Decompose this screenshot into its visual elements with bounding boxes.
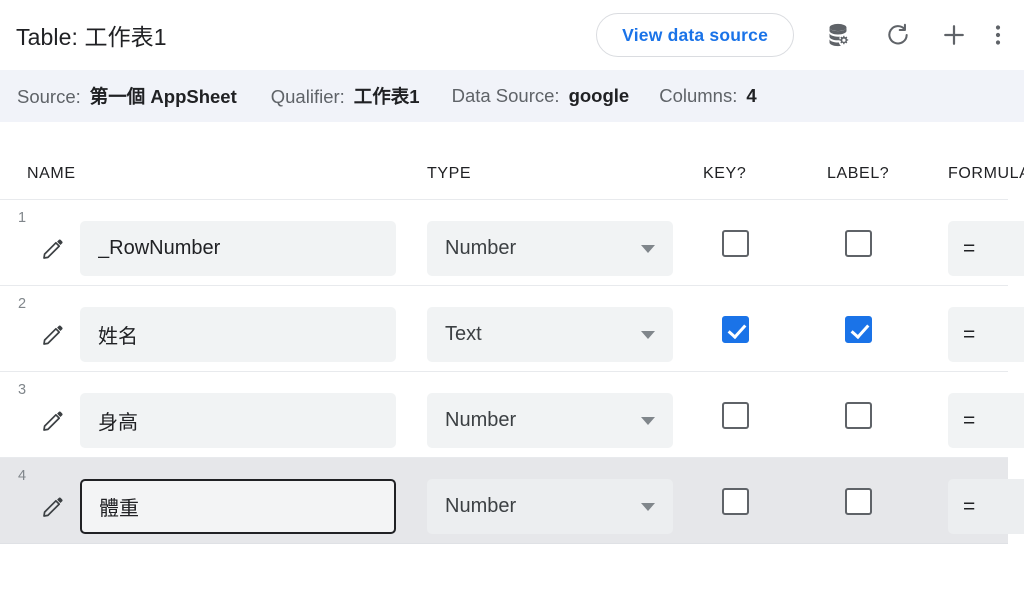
column-type-value: Number [445, 394, 516, 447]
row-index: 3 [18, 382, 26, 398]
more-vert-icon[interactable] [980, 11, 1016, 59]
column-name-input[interactable] [80, 221, 396, 276]
top-toolbar: Table: 工作表1 View data source [0, 0, 1024, 70]
column-name-input[interactable] [80, 307, 396, 362]
edit-pencil-icon[interactable] [40, 408, 66, 434]
label-checkbox[interactable] [845, 488, 872, 515]
label-checkbox[interactable] [845, 316, 872, 343]
info-qualifier: Qualifier: 工作表1 [271, 83, 420, 109]
formula-value: = [963, 221, 975, 276]
columns-table-inner: NAME TYPE KEY? LABEL? FORMULA 1 Number = 2 T… [0, 122, 1008, 544]
info-columns-label: Columns: [659, 85, 737, 107]
column-name-input[interactable] [80, 393, 396, 448]
table-row[interactable]: 4 Number = [0, 458, 1008, 544]
view-data-source-button[interactable]: View data source [596, 13, 794, 57]
edit-pencil-icon[interactable] [40, 494, 66, 520]
column-type-select[interactable]: Number [427, 393, 673, 448]
column-name-input[interactable] [80, 479, 396, 534]
column-type-value: Text [445, 308, 482, 361]
chevron-down-icon [641, 245, 655, 253]
chevron-down-icon [641, 331, 655, 339]
table-body: 1 Number = 2 Text = 3 Number = 4 Number = [0, 200, 1008, 544]
column-type-value: Number [445, 480, 516, 533]
column-type-select[interactable]: Number [427, 221, 673, 276]
chevron-down-icon [641, 417, 655, 425]
formula-field[interactable]: = [948, 221, 1024, 276]
column-header-formula: FORMULA [948, 165, 1024, 183]
info-qualifier-value: 工作表1 [354, 83, 420, 109]
row-index: 4 [18, 468, 26, 484]
table-info-bar: Source: 第一個 AppSheet Qualifier: 工作表1 Dat… [0, 70, 1024, 122]
edit-pencil-icon[interactable] [40, 322, 66, 348]
info-source-label: Source: [17, 86, 81, 108]
appsheet-table-editor: Table: 工作表1 View data source [0, 0, 1024, 615]
info-source-value: 第一個 AppSheet [90, 83, 237, 109]
info-columns-value: 4 [746, 85, 756, 107]
key-checkbox[interactable] [722, 488, 749, 515]
table-row[interactable]: 3 Number = [0, 372, 1008, 458]
key-checkbox[interactable] [722, 230, 749, 257]
plus-icon[interactable] [930, 11, 978, 59]
columns-table: NAME TYPE KEY? LABEL? FORMULA 1 Number = 2 T… [0, 122, 1024, 615]
chevron-down-icon [641, 503, 655, 511]
row-index: 1 [18, 210, 26, 226]
info-data-source: Data Source: google [452, 85, 630, 107]
label-checkbox[interactable] [845, 402, 872, 429]
formula-field[interactable]: = [948, 479, 1024, 534]
formula-value: = [963, 307, 975, 362]
column-type-select[interactable]: Text [427, 307, 673, 362]
formula-value: = [963, 393, 975, 448]
column-type-value: Number [445, 222, 516, 275]
formula-value: = [963, 479, 975, 534]
formula-field[interactable]: = [948, 393, 1024, 448]
key-checkbox[interactable] [722, 402, 749, 429]
info-source: Source: 第一個 AppSheet [17, 83, 237, 109]
label-checkbox[interactable] [845, 230, 872, 257]
column-header-key: KEY? [703, 165, 746, 183]
page-title: Table: 工作表1 [16, 18, 167, 52]
info-data-source-value: google [569, 85, 630, 107]
edit-pencil-icon[interactable] [40, 236, 66, 262]
column-header-name: NAME [27, 165, 76, 183]
formula-field[interactable]: = [948, 307, 1024, 362]
key-checkbox[interactable] [722, 316, 749, 343]
info-data-source-label: Data Source: [452, 85, 560, 107]
column-header-type: TYPE [427, 165, 471, 183]
column-header-label: LABEL? [827, 165, 889, 183]
row-index: 2 [18, 296, 26, 312]
toolbar-actions: View data source [596, 0, 1024, 70]
refresh-icon[interactable] [874, 11, 922, 59]
column-type-select[interactable]: Number [427, 479, 673, 534]
info-columns: Columns: 4 [659, 85, 756, 107]
table-row[interactable]: 2 Text = [0, 286, 1008, 372]
database-settings-icon[interactable] [816, 11, 864, 59]
info-qualifier-label: Qualifier: [271, 86, 345, 108]
table-row[interactable]: 1 Number = [0, 200, 1008, 286]
table-header-row: NAME TYPE KEY? LABEL? FORMULA [0, 122, 1008, 200]
